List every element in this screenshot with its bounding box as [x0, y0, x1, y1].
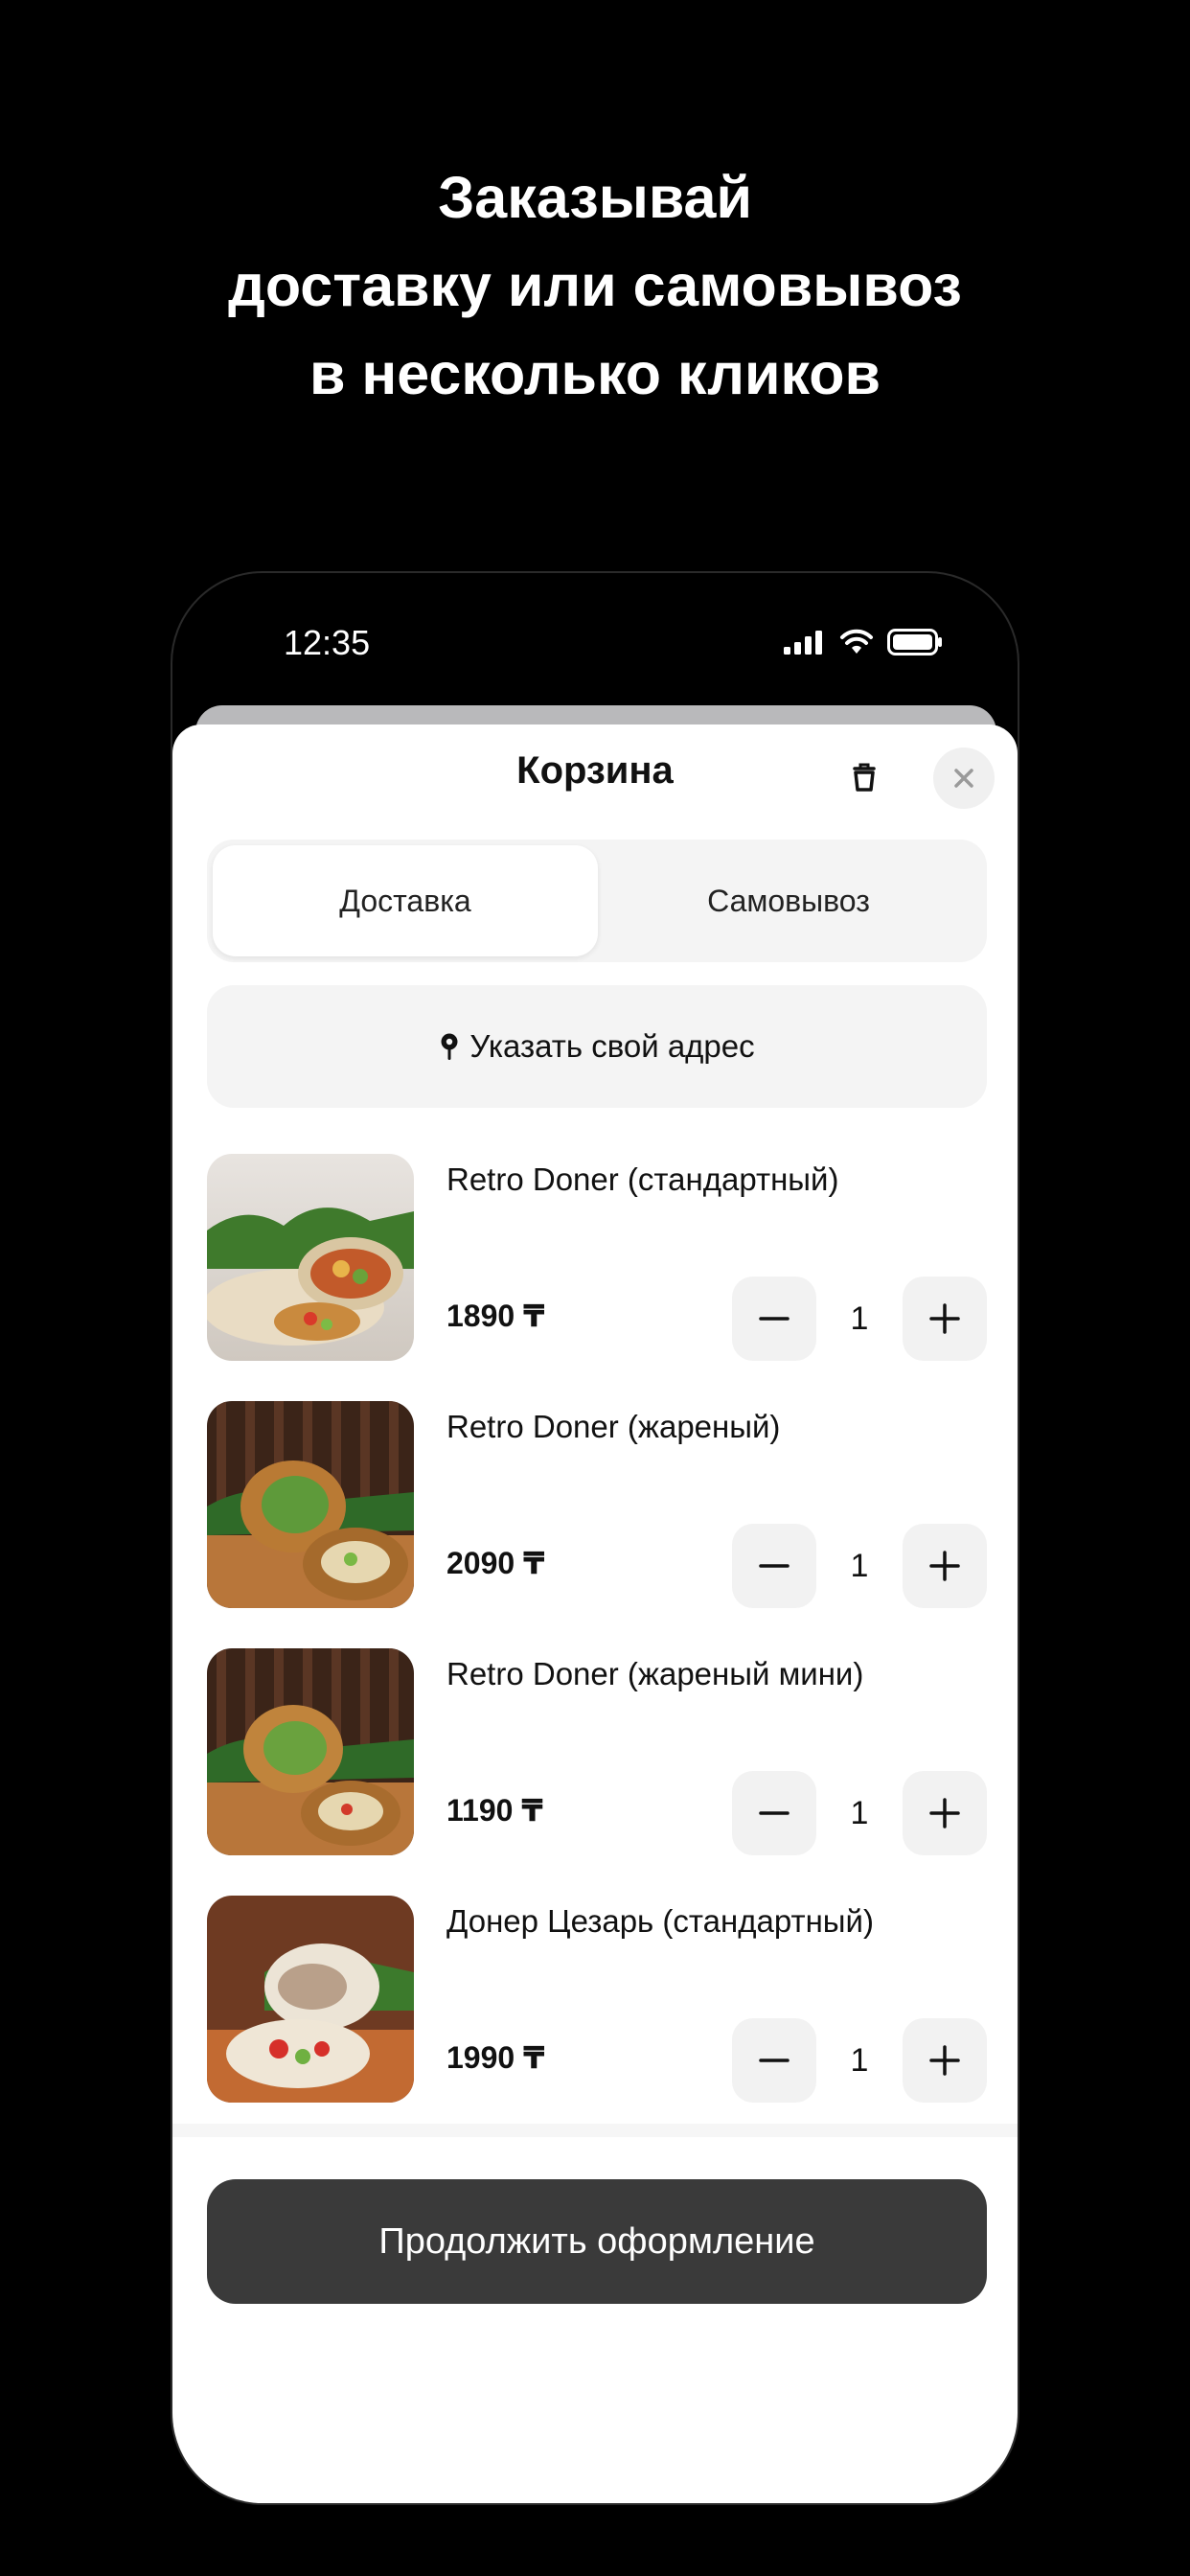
close-icon [954, 769, 973, 788]
minus-icon [759, 1564, 790, 1568]
minus-icon [759, 2058, 790, 2062]
status-bar: 12:35 [172, 573, 1018, 717]
cart-item: Retro Doner (стандартный) 1890 ₸ 1 [207, 1154, 987, 1361]
tab-pickup[interactable]: Самовывоз [596, 845, 981, 956]
increase-quantity-button[interactable] [903, 1771, 987, 1855]
item-image [207, 1401, 414, 1608]
location-pin-icon [441, 1033, 458, 1060]
item-quantity: 1 [850, 1300, 869, 1337]
signal-icon [784, 631, 822, 655]
cart-item: Retro Doner (жареный) 2090 ₸ 1 [207, 1401, 987, 1608]
increase-quantity-button[interactable] [903, 2018, 987, 2103]
wifi-icon [840, 629, 873, 654]
item-image [207, 1154, 414, 1361]
item-name: Retro Doner (жареный мини) [446, 1656, 864, 1691]
phone-frame: 12:35 Корзина Доставка Самовывоз Указать… [171, 571, 1019, 2505]
cart-sheet: Корзина Доставка Самовывоз Указать свой [172, 724, 1018, 2503]
close-button[interactable] [933, 748, 995, 809]
item-quantity: 1 [850, 1794, 869, 1831]
footer-divider [172, 2124, 1018, 2137]
headline-line-2: доставку или самовывоз [228, 253, 962, 318]
item-name: Retro Doner (стандартный) [446, 1162, 839, 1197]
item-price: 1990 ₸ [446, 2040, 545, 2075]
tab-delivery[interactable]: Доставка [213, 845, 598, 956]
item-quantity: 1 [850, 2041, 869, 2079]
item-image [207, 1896, 414, 2103]
minus-icon [759, 1811, 790, 1815]
continue-checkout-button[interactable]: Продолжить оформление [207, 2179, 987, 2304]
item-quantity: 1 [850, 1547, 869, 1584]
status-time: 12:35 [284, 623, 371, 662]
increase-quantity-button[interactable] [903, 1276, 987, 1361]
headline-line-1: Заказывай [438, 165, 752, 230]
set-address-label: Указать свой адрес [469, 1028, 755, 1064]
decrease-quantity-button[interactable] [732, 1771, 816, 1855]
plus-icon [929, 1303, 960, 1334]
item-price: 1190 ₸ [446, 1793, 543, 1828]
delivery-mode-switch: Доставка Самовывоз [207, 840, 987, 962]
trash-icon[interactable] [843, 755, 885, 797]
promo-headline: Заказывай доставку или самовывоз в неско… [0, 153, 1190, 418]
item-name: Retro Doner (жареный) [446, 1409, 781, 1444]
battery-icon [887, 629, 942, 656]
increase-quantity-button[interactable] [903, 1524, 987, 1608]
decrease-quantity-button[interactable] [732, 1276, 816, 1361]
item-price: 1890 ₸ [446, 1299, 545, 1333]
cart-title: Корзина [516, 749, 674, 792]
minus-icon [759, 1317, 790, 1321]
plus-icon [929, 1551, 960, 1581]
cart-item: Донер Цезарь (стандартный) 1990 ₸ 1 [207, 1896, 987, 2103]
plus-icon [929, 2045, 960, 2076]
plus-icon [929, 1798, 960, 1828]
headline-line-3: в несколько кликов [309, 341, 881, 406]
status-icons [784, 629, 943, 656]
cart-item: Retro Doner (жареный мини) 1190 ₸ 1 [207, 1648, 987, 1855]
decrease-quantity-button[interactable] [732, 1524, 816, 1608]
decrease-quantity-button[interactable] [732, 2018, 816, 2103]
set-address-button[interactable]: Указать свой адрес [207, 985, 987, 1108]
item-image [207, 1648, 414, 1855]
item-name: Донер Цезарь (стандартный) [446, 1903, 874, 1939]
item-price: 2090 ₸ [446, 1546, 545, 1580]
